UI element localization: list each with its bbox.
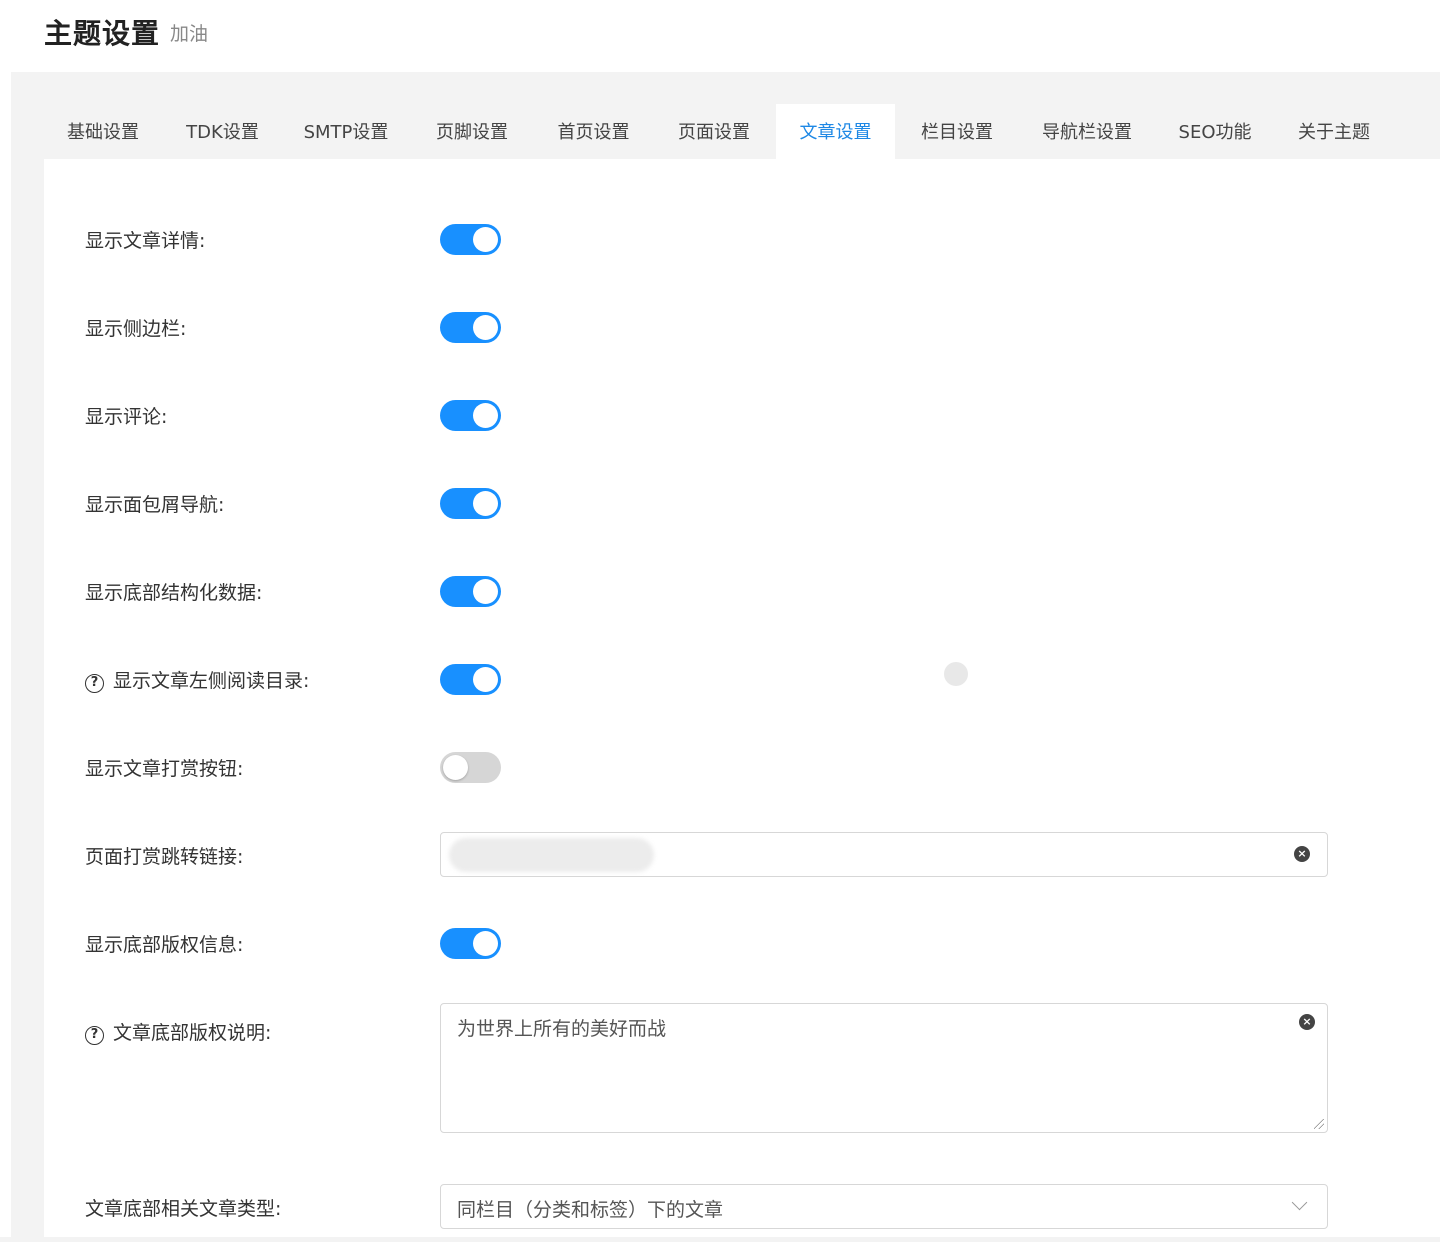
clear-circle-icon[interactable]: ×: [1294, 846, 1310, 862]
copyright-text-value: 为世界上所有的美好而战: [457, 1018, 667, 1040]
show-toc-toggle[interactable]: [440, 664, 501, 695]
tab-about-theme[interactable]: 关于主题: [1275, 104, 1393, 159]
tab-smtp-settings[interactable]: SMTP设置: [283, 104, 409, 159]
page-title: 主题设置: [44, 17, 161, 50]
question-circle-icon[interactable]: ?: [85, 1026, 104, 1045]
show-breadcrumb-toggle[interactable]: [440, 488, 501, 519]
show-detail-label: 显示文章详情:: [85, 230, 206, 252]
resize-handle-icon[interactable]: [1314, 1119, 1324, 1129]
show-structured-data-toggle[interactable]: [440, 576, 501, 607]
related-type-label: 文章底部相关文章类型:: [85, 1198, 282, 1220]
bottom-divider: [0, 1237, 1440, 1242]
copyright-text-label-text: 文章底部版权说明:: [113, 1022, 272, 1044]
related-type-value: 同栏目（分类和标签）下的文章: [457, 1199, 724, 1221]
mouse-cursor-indicator: [944, 662, 968, 686]
tab-page-settings[interactable]: 页面设置: [652, 104, 776, 159]
show-toc-label: ? 显示文章左侧阅读目录:: [85, 666, 309, 693]
toggle-knob: [473, 403, 498, 428]
show-copyright-label: 显示底部版权信息:: [85, 934, 244, 956]
tab-home-settings[interactable]: 首页设置: [535, 104, 652, 159]
toggle-knob: [443, 755, 468, 780]
show-reward-button-toggle[interactable]: [440, 752, 501, 783]
copyright-text-textarea[interactable]: 为世界上所有的美好而战 ×: [440, 1003, 1328, 1133]
page-header: 主题设置 加油: [0, 0, 1440, 72]
toggle-knob: [473, 491, 498, 516]
show-comments-toggle[interactable]: [440, 400, 501, 431]
show-breadcrumb-label: 显示面包屑导航:: [85, 494, 225, 516]
tab-article-settings[interactable]: 文章设置: [776, 104, 895, 159]
copyright-text-label: ? 文章底部版权说明:: [85, 1018, 271, 1045]
reward-link-input[interactable]: ×: [440, 832, 1328, 877]
show-detail-toggle[interactable]: [440, 224, 501, 255]
reward-link-label: 页面打赏跳转链接:: [85, 846, 244, 868]
tab-tdk-settings[interactable]: TDK设置: [162, 104, 283, 159]
tab-seo-features[interactable]: SEO功能: [1155, 104, 1275, 159]
toggle-knob: [473, 667, 498, 692]
show-reward-button-label: 显示文章打赏按钮:: [85, 758, 244, 780]
settings-tabs: 基础设置 TDK设置 SMTP设置 页脚设置 首页设置 页面设置 文章设置 栏目…: [44, 104, 1440, 159]
toggle-knob: [473, 579, 498, 604]
show-structured-data-label: 显示底部结构化数据:: [85, 582, 263, 604]
tab-navbar-settings[interactable]: 导航栏设置: [1019, 104, 1155, 159]
show-sidebar-toggle[interactable]: [440, 312, 501, 343]
show-copyright-toggle[interactable]: [440, 928, 501, 959]
clear-circle-icon[interactable]: ×: [1299, 1014, 1315, 1030]
toggle-knob: [473, 931, 498, 956]
tab-basic-settings[interactable]: 基础设置: [44, 104, 162, 159]
tab-footer-settings[interactable]: 页脚设置: [409, 104, 535, 159]
question-circle-icon[interactable]: ?: [85, 674, 104, 693]
show-sidebar-label: 显示侧边栏:: [85, 318, 187, 340]
toggle-knob: [473, 227, 498, 252]
page-subtitle: 加油: [170, 23, 209, 45]
show-comments-label: 显示评论:: [85, 406, 168, 428]
tab-column-settings[interactable]: 栏目设置: [895, 104, 1019, 159]
show-toc-label-text: 显示文章左侧阅读目录:: [113, 670, 310, 692]
redacted-value: [449, 838, 654, 872]
related-type-select[interactable]: 同栏目（分类和标签）下的文章: [440, 1184, 1328, 1229]
chevron-down-icon: [1291, 1194, 1308, 1211]
toggle-knob: [473, 315, 498, 340]
